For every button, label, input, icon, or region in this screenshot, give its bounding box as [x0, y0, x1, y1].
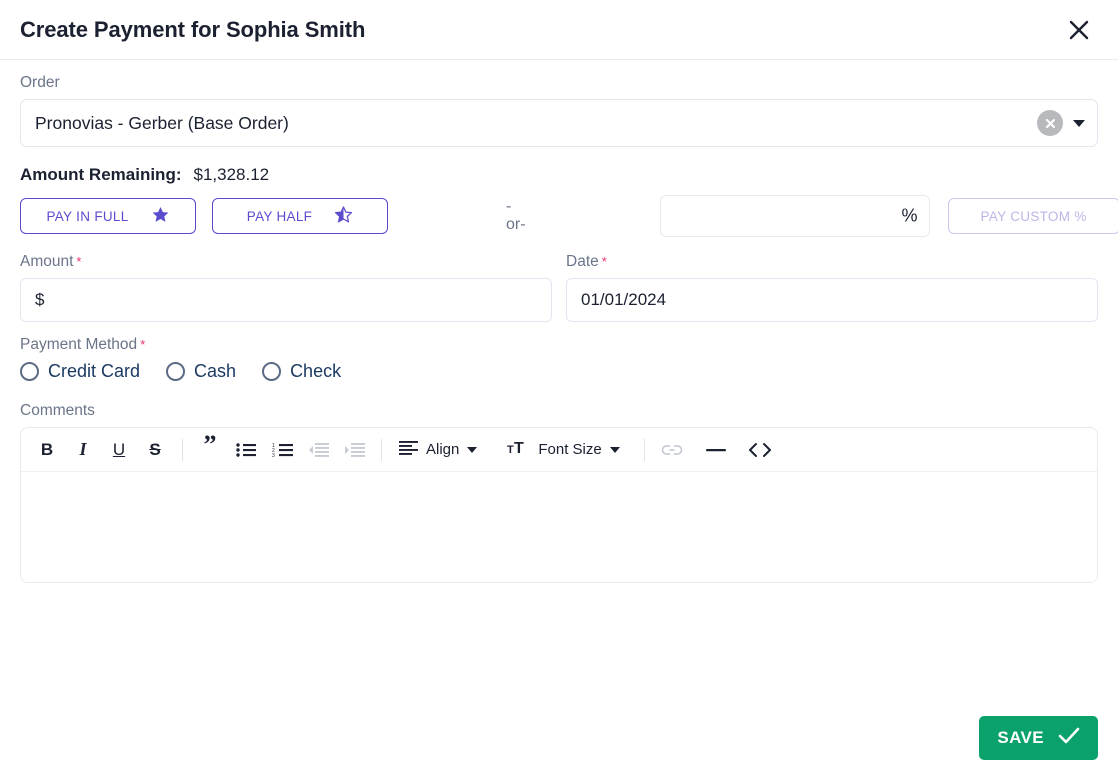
toolbar-divider	[182, 438, 183, 461]
editor-toolbar: B I U S ” 1 2 3 Align T T Font Size	[21, 428, 1097, 472]
blockquote-icon[interactable]: ”	[192, 431, 228, 467]
order-select-actions	[1037, 110, 1085, 136]
bulleted-list-icon[interactable]	[228, 433, 264, 467]
svg-text:T: T	[514, 440, 524, 456]
amount-label: Amount *	[20, 253, 552, 271]
clear-circle-icon[interactable]	[1037, 110, 1063, 136]
modal-footer: SAVE	[979, 716, 1098, 760]
or-separator-text: -or-	[506, 198, 526, 233]
comments-group: Comments B I U S ” 1 2 3 Align T T Font …	[20, 402, 1098, 583]
link-icon[interactable]	[654, 433, 690, 467]
payment-method-group: Payment Method * Credit Card Cash Check	[20, 336, 1098, 382]
strikethrough-icon[interactable]: S	[137, 433, 173, 467]
amount-remaining-label: Amount Remaining:	[20, 165, 182, 184]
radio-cash[interactable]: Cash	[166, 361, 236, 382]
radio-label: Credit Card	[48, 361, 141, 381]
chevron-down-icon	[609, 446, 620, 453]
code-brackets-icon[interactable]	[742, 433, 778, 467]
italic-icon[interactable]: I	[65, 433, 101, 467]
date-label-text: Date	[566, 253, 599, 270]
order-select[interactable]: Pronovias - Gerber (Base Order)	[20, 99, 1098, 147]
amount-date-row: Amount* Date*	[20, 253, 1098, 322]
horizontal-rule-icon[interactable]	[698, 433, 734, 467]
amount-required-mark: *	[76, 254, 82, 269]
comments-editor-body[interactable]	[21, 472, 1097, 582]
order-field-group: Order Pronovias - Gerber (Base Order)	[20, 74, 1098, 147]
percent-input[interactable]	[659, 195, 930, 237]
modal-header: Create Payment for Sophia Smith	[0, 0, 1118, 60]
numbered-list-icon[interactable]: 1 2 3	[264, 433, 300, 467]
pay-in-full-button[interactable]: PAY IN FULL	[20, 198, 196, 234]
date-input[interactable]	[566, 278, 1098, 322]
payment-method-options: Credit Card Cash Check	[20, 361, 1098, 382]
align-dropdown-label: Align	[426, 441, 460, 458]
page-title: Create Payment for Sophia Smith	[20, 16, 366, 42]
payment-method-label-text: Payment Method	[20, 336, 138, 353]
amount-label-text: Amount	[20, 253, 74, 270]
modal-body: Order Pronovias - Gerber (Base Order) Am…	[0, 60, 1118, 583]
font-size-dropdown-label: Font Size	[538, 441, 602, 458]
amount-remaining: Amount Remaining: $1,328.12	[20, 165, 1098, 185]
svg-text:T: T	[507, 444, 514, 456]
underline-icon[interactable]: U	[101, 433, 137, 467]
quick-pay-row: PAY IN FULL PAY HALF -or- % PAY CUSTOM %	[20, 195, 1118, 237]
star-half-icon	[334, 205, 353, 227]
bold-icon[interactable]: B	[29, 433, 65, 467]
font-size-dropdown[interactable]: T T Font Size	[499, 433, 627, 467]
check-icon	[1058, 727, 1080, 750]
radio-circle-icon	[262, 362, 282, 381]
star-filled-icon	[151, 205, 170, 227]
outdent-icon[interactable]	[300, 433, 336, 467]
indent-icon[interactable]	[336, 433, 372, 467]
font-size-icon: T T	[507, 439, 530, 460]
pay-custom-percent-button[interactable]: PAY CUSTOM %	[947, 198, 1118, 234]
order-label: Order	[20, 74, 60, 91]
date-label: Date *	[566, 253, 1098, 271]
close-icon	[1068, 19, 1090, 41]
rich-text-editor: B I U S ” 1 2 3 Align T T Font Size	[20, 427, 1098, 583]
payment-method-label: Payment Method *	[20, 336, 1098, 354]
payment-method-required-mark: *	[140, 337, 146, 352]
pay-half-button[interactable]: PAY HALF	[212, 198, 388, 234]
radio-circle-icon	[20, 362, 39, 381]
align-left-icon	[399, 440, 418, 460]
radio-credit-card[interactable]: Credit Card	[20, 361, 140, 382]
align-dropdown[interactable]: Align	[391, 433, 485, 467]
radio-circle-icon	[166, 362, 186, 381]
radio-check[interactable]: Check	[262, 361, 341, 382]
create-payment-modal: Create Payment for Sophia Smith Order Pr…	[0, 0, 1118, 776]
toolbar-divider	[643, 438, 645, 461]
percent-field-group: %	[659, 195, 930, 237]
svg-text:3: 3	[272, 453, 275, 458]
toolbar-divider	[381, 438, 382, 461]
pay-half-label: PAY HALF	[246, 208, 313, 224]
pay-in-full-label: PAY IN FULL	[46, 208, 129, 224]
chevron-down-icon	[467, 446, 478, 453]
chevron-down-icon[interactable]	[1073, 119, 1085, 127]
close-button[interactable]	[1062, 13, 1096, 47]
amount-input[interactable]	[20, 278, 552, 322]
save-button-label: SAVE	[997, 728, 1044, 747]
date-required-mark: *	[601, 254, 607, 269]
order-selected-value: Pronovias - Gerber (Base Order)	[35, 112, 289, 133]
amount-remaining-value: $1,328.12	[193, 165, 270, 184]
date-field-group: Date *	[566, 253, 1098, 322]
radio-label: Check	[290, 361, 342, 381]
amount-field-group: Amount *	[20, 253, 552, 322]
save-button[interactable]: SAVE	[979, 716, 1098, 760]
radio-label: Cash	[194, 361, 237, 381]
comments-label: Comments	[20, 402, 95, 419]
